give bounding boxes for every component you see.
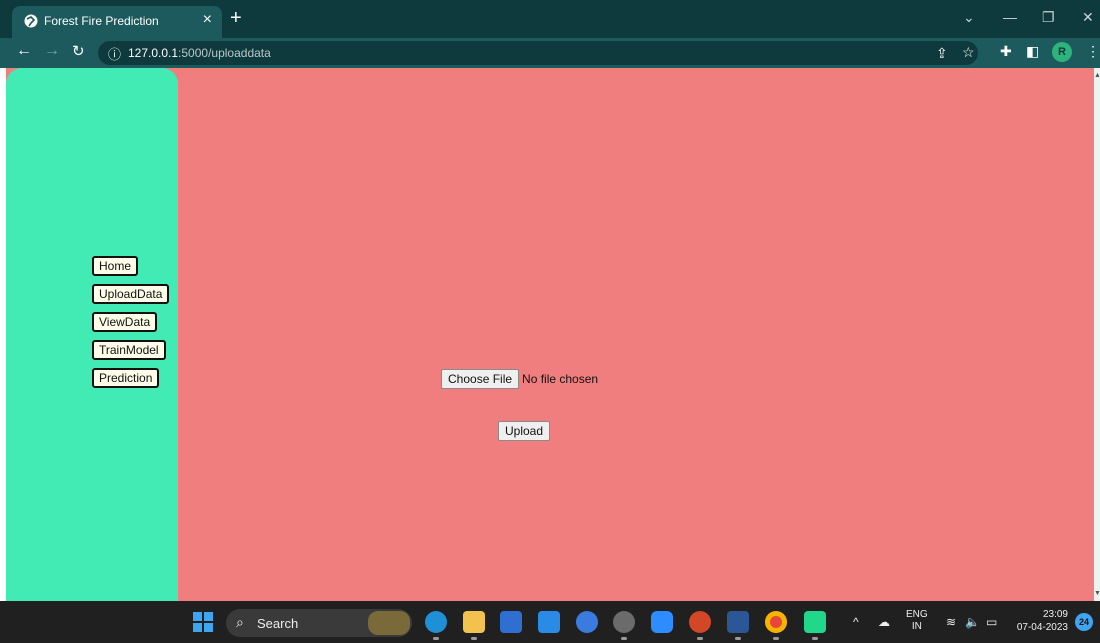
site-info-icon[interactable]: ⓘ — [108, 44, 121, 63]
notification-badge[interactable]: 24 — [1075, 613, 1093, 631]
sidebar: Home UploadData ViewData TrainModel Pred… — [6, 68, 178, 601]
chrome-icon[interactable] — [765, 611, 787, 640]
extensions-icon[interactable]: ✚ — [1000, 43, 1012, 60]
clock-time: 23:09 — [1042, 609, 1068, 620]
search-label: Search — [257, 616, 299, 631]
address-bar[interactable]: ⓘ 127.0.0.1:5000/uploaddata ⇪ ☆ — [98, 41, 978, 65]
forward-icon[interactable]: → — [44, 42, 60, 60]
search-icon: ⌕ — [236, 614, 244, 630]
word-icon[interactable] — [727, 611, 749, 640]
beaver-search-highlight-icon — [368, 611, 410, 635]
url-path: :5000/uploaddata — [178, 46, 271, 60]
nav-trainmodel-button[interactable]: TrainModel — [92, 340, 166, 360]
url-text: 127.0.0.1:5000/uploaddata — [128, 46, 271, 60]
minimize-icon[interactable]: — — [1003, 9, 1017, 25]
hidden-icons-chevron-icon[interactable]: ^ — [853, 615, 859, 629]
side-panel-icon[interactable]: ◧ — [1026, 43, 1039, 60]
file-status-text: No file chosen — [522, 372, 599, 386]
battery-icon[interactable]: ▭ — [986, 615, 997, 629]
wifi-icon[interactable]: ≋ — [946, 615, 956, 629]
tab-title: Forest Fire Prediction — [44, 14, 159, 28]
restore-icon[interactable]: ❐ — [1042, 9, 1055, 26]
share-icon[interactable]: ⇪ — [936, 45, 948, 62]
browser-toolbar: ← → ↻ ⓘ 127.0.0.1:5000/uploaddata ⇪ ☆ ✚ … — [0, 38, 1100, 68]
zoom-icon[interactable] — [651, 611, 673, 633]
globe-icon — [24, 14, 38, 28]
file-explorer-icon[interactable] — [463, 611, 485, 640]
screen: Forest Fire Prediction × + ⌄ — ❐ ✕ ← → ↻… — [0, 0, 1100, 643]
store-icon[interactable] — [500, 611, 522, 633]
page-scrollbar[interactable]: ▲ ▼ — [1094, 68, 1100, 601]
language-indicator[interactable]: ENG IN — [906, 609, 928, 633]
clock-date: 07-04-2023 — [1016, 622, 1068, 633]
page-viewport: Home UploadData ViewData TrainModel Pred… — [6, 68, 1094, 601]
windows-start-icon[interactable] — [193, 612, 213, 632]
nav-home-button[interactable]: Home — [92, 256, 139, 276]
nav-prediction-button[interactable]: Prediction — [92, 368, 160, 388]
nav-viewdata-button[interactable]: ViewData — [92, 312, 158, 332]
upload-button[interactable]: Upload — [498, 421, 551, 441]
sidebar-nav: Home UploadData ViewData TrainModel Pred… — [92, 256, 170, 396]
taskbar: ⌕ Search ^ ☁ ENG IN ≋ 🔈 ▭ 23:09 07-04-20… — [0, 601, 1100, 643]
taskbar-search[interactable]: ⌕ Search — [226, 609, 412, 637]
profile-avatar[interactable]: R — [1052, 42, 1072, 62]
close-window-icon[interactable]: ✕ — [1082, 9, 1094, 26]
new-tab-icon[interactable]: + — [230, 8, 242, 28]
back-icon[interactable]: ← — [16, 42, 32, 60]
pycharm-icon[interactable] — [804, 611, 826, 640]
scroll-down-arrow-icon[interactable]: ▼ — [1094, 590, 1100, 597]
language-line2: IN — [911, 621, 922, 632]
url-host: 127.0.0.1 — [128, 46, 179, 60]
browser-tab-bar: Forest Fire Prediction × + ⌄ — ❐ ✕ — [0, 0, 1100, 38]
clock[interactable]: 23:09 07-04-2023 — [1012, 608, 1068, 634]
help-icon[interactable] — [576, 611, 598, 633]
tab-close-icon[interactable]: × — [203, 11, 212, 29]
choose-file-button[interactable]: Choose File — [441, 369, 520, 389]
language-line1: ENG — [906, 609, 928, 620]
menu-icon[interactable]: ⋮ — [1086, 43, 1100, 60]
edge-icon[interactable] — [425, 611, 447, 640]
bookmark-star-icon[interactable]: ☆ — [962, 44, 975, 61]
nav-uploaddata-button[interactable]: UploadData — [92, 284, 170, 304]
file-input: Choose File No file chosen — [441, 369, 598, 389]
reload-icon[interactable]: ↻ — [72, 42, 85, 60]
browser-tab[interactable]: Forest Fire Prediction × — [12, 6, 222, 38]
volume-icon[interactable]: 🔈 — [965, 615, 980, 629]
tab-search-chevron-icon[interactable]: ⌄ — [963, 9, 975, 26]
settings-icon[interactable] — [613, 611, 635, 640]
powerpoint-icon[interactable] — [689, 611, 711, 640]
scroll-up-arrow-icon[interactable]: ▲ — [1094, 72, 1100, 79]
onedrive-cloud-icon[interactable]: ☁ — [878, 615, 890, 629]
mylp-icon[interactable] — [538, 611, 560, 633]
